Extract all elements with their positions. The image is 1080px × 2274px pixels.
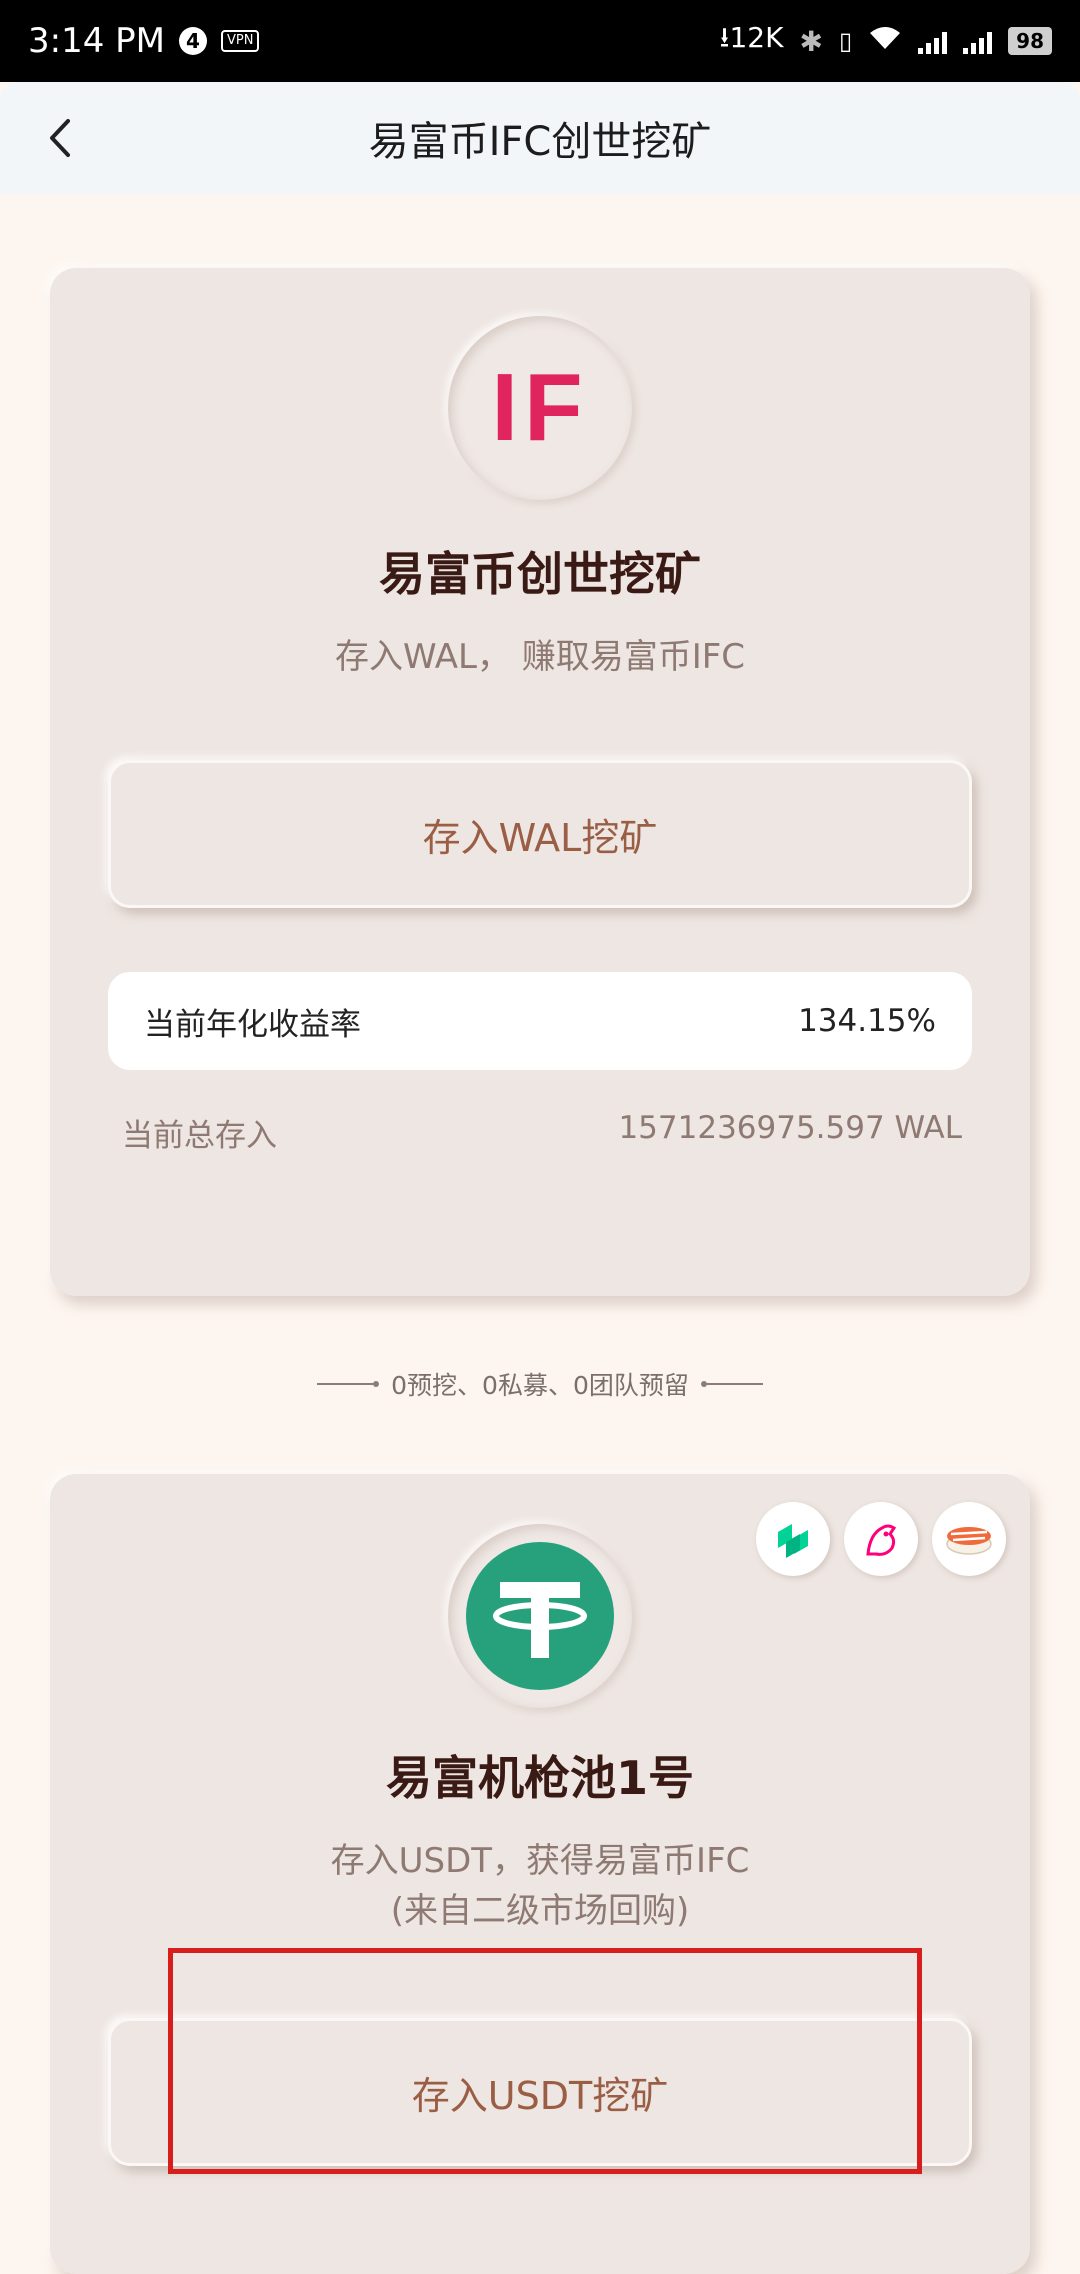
bluetooth-icon: ✱: [799, 24, 823, 58]
chevron-left-icon: [50, 119, 70, 157]
wifi-icon: [868, 25, 902, 58]
ifc-logo: IF: [448, 316, 632, 500]
sushiswap-icon: [932, 1502, 1006, 1576]
apy-value: 134.15%: [798, 1003, 936, 1039]
deposit-usdt-button[interactable]: 存入USDT挖矿: [108, 2018, 972, 2166]
card-subtitle: 存入WAL， 赚取易富币IFC: [334, 637, 746, 677]
apy-label: 当前年化收益率: [144, 1006, 361, 1043]
vpn-icon: VPN: [221, 30, 260, 52]
ifc-logo-text: IF: [491, 354, 589, 461]
tether-logo: [448, 1524, 632, 1708]
fair-launch-text: 0预挖、0私募、0团队预留: [391, 1371, 689, 1400]
status-bar: 3:14 PM 4 VPN ⭳12K ✱ ▯ 98: [0, 0, 1080, 82]
divider-line-left: [317, 1381, 380, 1387]
apy-box: 当前年化收益率 134.15%: [108, 972, 972, 1070]
tether-icon: [466, 1542, 614, 1690]
notification-count-badge: 4: [179, 27, 207, 55]
deposit-wal-button[interactable]: 存入WAL挖矿: [108, 760, 972, 908]
back-button[interactable]: [36, 114, 84, 162]
card-title: 易富机枪池1号: [385, 1751, 694, 1805]
fair-launch-divider: 0预挖、0私募、0团队预留: [0, 1366, 1080, 1402]
total-deposit-label: 当前总存入: [122, 1118, 277, 1154]
status-time: 3:14 PM: [28, 21, 165, 61]
compound-icon: [756, 1502, 830, 1576]
total-deposit-value: 1571236975.597 WAL: [618, 1110, 962, 1146]
card-subtitle-line1: 存入USDT，获得易富币IFC: [330, 1841, 750, 1881]
genesis-mining-card: IF 易富币创世挖矿 存入WAL， 赚取易富币IFC 存入WAL挖矿 当前年化收…: [50, 268, 1030, 1296]
card-subtitle-line2: (来自二级市场回购): [390, 1891, 690, 1931]
nav-bar: 易富币IFC创世挖矿: [0, 82, 1080, 194]
uniswap-icon: [844, 1502, 918, 1576]
total-deposit-row: 当前总存入 1571236975.597 WAL: [122, 1110, 962, 1155]
page-title: 易富币IFC创世挖矿: [368, 119, 712, 165]
divider-line-right: [700, 1381, 763, 1387]
signal-icon-1: [918, 28, 948, 54]
card-title: 易富币创世挖矿: [379, 547, 701, 601]
vibrate-icon: ▯: [838, 27, 853, 55]
usdt-pool-card: 易富机枪池1号 存入USDT，获得易富币IFC (来自二级市场回购) 存入USD…: [50, 1474, 1030, 2274]
signal-icon-2: [963, 28, 993, 54]
network-speed: ⭳12K: [719, 21, 784, 54]
battery-indicator: 98: [1008, 27, 1052, 55]
